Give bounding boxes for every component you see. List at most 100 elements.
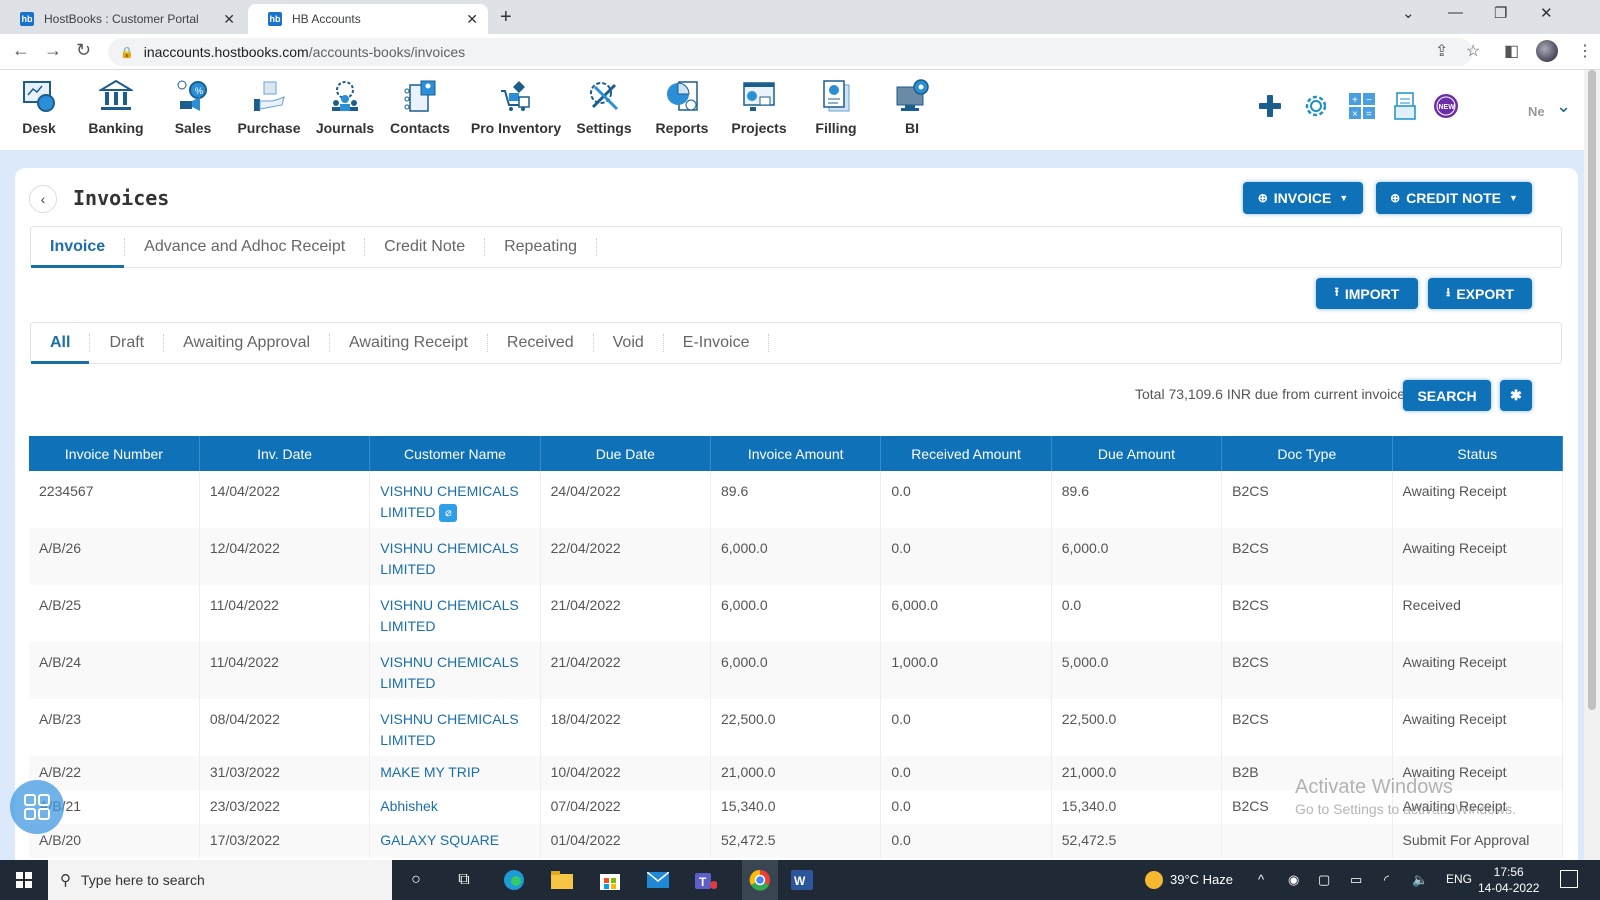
wifi-icon[interactable]: ◜ (1384, 872, 1389, 888)
table-row[interactable]: A/B/24 11/04/2022 VISHNU CHEMICALS LIMITED… (29, 642, 1563, 699)
file-explorer-icon[interactable] (550, 868, 574, 892)
microsoft-store-icon[interactable] (598, 868, 622, 892)
nav-item-projects[interactable]: Projects (721, 78, 797, 136)
profile-avatar[interactable] (1536, 40, 1558, 62)
restore-icon[interactable]: ❐ (1494, 4, 1507, 22)
weather-text[interactable]: 39°C Haze (1170, 872, 1233, 887)
tab-advance-adhoc-receipt[interactable]: Advance and Adhoc Receipt (125, 227, 364, 267)
back-arrow-icon[interactable]: ← (12, 40, 30, 61)
calculator-icon[interactable]: + − × = (1348, 92, 1376, 120)
new-credit-note-dropdown-button[interactable]: ⊕ CREDIT NOTE ▼ (1376, 182, 1532, 214)
mail-icon[interactable] (646, 868, 670, 892)
export-button[interactable]: ⭳ EXPORT (1428, 278, 1532, 309)
customer-name-link[interactable]: VISHNU CHEMICALS LIMITED (369, 585, 541, 642)
gear-icon[interactable] (1302, 92, 1330, 120)
forward-arrow-icon[interactable]: → (44, 40, 62, 61)
cortana-icon[interactable]: ○ (404, 868, 428, 892)
customer-name-link[interactable]: VISHNU CHEMICALS LIMITED ⌀ (369, 471, 541, 528)
table-row[interactable]: A/B/25 11/04/2022 VISHNU CHEMICALS LIMITED… (29, 585, 1563, 642)
column-header[interactable]: Invoice Number (29, 436, 200, 471)
column-header[interactable]: Customer Name (369, 436, 541, 471)
customer-name-link[interactable]: VISHNU CHEMICALS LIMITED (369, 642, 541, 699)
back-button[interactable]: ‹ (29, 185, 57, 213)
column-header[interactable]: Invoice Amount (710, 436, 882, 471)
table-row[interactable]: A/B/26 12/04/2022 VISHNU CHEMICALS LIMITED… (29, 528, 1563, 585)
filter-tab-e-invoice[interactable]: E-Invoice (664, 323, 769, 363)
nav-item-pro-inventory[interactable]: Pro Inventory (468, 78, 564, 136)
filter-tab-awaiting-receipt[interactable]: Awaiting Receipt (330, 323, 487, 363)
nav-item-journals[interactable]: Journals (307, 78, 383, 136)
windows-start-icon[interactable] (12, 868, 36, 892)
task-view-icon[interactable]: ⧉ (452, 868, 476, 892)
word-icon[interactable]: W (790, 868, 814, 892)
customer-name-link[interactable]: MAKE MY TRIP (369, 756, 541, 790)
tab-credit-note[interactable]: Credit Note (365, 227, 484, 267)
tab-repeating[interactable]: Repeating (485, 227, 596, 267)
minimize-icon[interactable]: — (1448, 4, 1463, 21)
search-button[interactable]: SEARCH (1403, 380, 1491, 411)
filter-tab-draft[interactable]: Draft (90, 323, 163, 363)
browser-menu-icon[interactable]: ⋮ (1577, 41, 1593, 61)
customer-name-link[interactable]: GALAXY SQUARE (369, 824, 541, 858)
nav-item-filling[interactable]: Filling (798, 78, 874, 136)
nav-item-reports[interactable]: Reports (644, 78, 720, 136)
filter-tab-void[interactable]: Void (594, 323, 663, 363)
record-icon[interactable]: ◉ (1288, 872, 1299, 888)
column-header[interactable]: Received Amount (880, 436, 1052, 471)
nav-item-sales[interactable]: % Sales (155, 78, 231, 136)
user-name-label[interactable]: Ne (1528, 104, 1545, 119)
customer-name-link[interactable]: Abhishek (369, 790, 541, 824)
column-header[interactable]: Doc Type (1221, 436, 1393, 471)
nav-item-purchase[interactable]: Purchase (231, 78, 307, 136)
table-row[interactable]: A/B/23 08/04/2022 VISHNU CHEMICALS LIMITED… (29, 699, 1563, 756)
chrome-icon[interactable] (742, 860, 778, 900)
attachment-paperclip-icon[interactable]: ⌀ (439, 504, 458, 523)
notifications-icon[interactable] (1560, 870, 1578, 888)
nav-item-contacts[interactable]: Contacts (382, 78, 458, 136)
system-clock[interactable]: 17:56 14-04-2022 (1478, 864, 1539, 896)
quick-menu-fab[interactable] (10, 780, 64, 834)
customer-name-link[interactable]: VISHNU CHEMICALS LIMITED (369, 528, 541, 585)
filter-tab-all[interactable]: All (31, 323, 90, 364)
url-input[interactable]: 🔒 inaccounts.hostbooks.com/accounts-book… (108, 38, 1473, 66)
side-panel-icon[interactable]: ◧ (1504, 41, 1519, 61)
table-settings-button[interactable]: ✱ (1500, 380, 1532, 411)
browser-tab-customer-portal[interactable]: hb HostBooks : Customer Portal ✕ (0, 4, 245, 34)
filter-tab-received[interactable]: Received (488, 323, 593, 363)
document-folder-icon[interactable] (1392, 92, 1420, 120)
nav-item-desk[interactable]: Desk (1, 78, 77, 136)
taskbar-search-input[interactable]: ⚲ Type here to search (48, 860, 392, 900)
nav-item-bi[interactable]: BI (874, 78, 950, 136)
device-icon[interactable]: ▢ (1318, 872, 1330, 888)
teams-icon[interactable]: T (694, 868, 718, 892)
reload-icon[interactable]: ↻ (76, 40, 91, 61)
import-button[interactable]: ⭱ IMPORT (1316, 278, 1418, 309)
browser-tab-hb-accounts[interactable]: hb HB Accounts ✕ (248, 4, 488, 34)
bookmark-star-icon[interactable]: ☆ (1466, 41, 1480, 61)
tab-search-chevron-icon[interactable]: ⌄ (1402, 4, 1415, 22)
column-header[interactable]: Inv. Date (199, 436, 371, 471)
new-badge-icon[interactable]: NEW (1432, 92, 1460, 120)
new-tab-icon[interactable]: + (500, 6, 512, 29)
column-header[interactable]: Status (1392, 436, 1563, 471)
weather-icon[interactable] (1142, 868, 1166, 892)
table-row[interactable]: A/B/20 17/03/2022 GALAXY SQUARE 01/04/2022 5… (29, 824, 1563, 858)
user-menu-chevron-icon[interactable]: ⌄ (1556, 96, 1571, 117)
column-header[interactable]: Due Amount (1051, 436, 1223, 471)
close-tab-icon[interactable]: ✕ (466, 11, 478, 28)
close-window-icon[interactable]: ✕ (1540, 4, 1553, 22)
battery-icon[interactable]: ▭ (1350, 872, 1362, 888)
tab-invoice[interactable]: Invoice (31, 227, 125, 268)
page-scrollbar[interactable] (1584, 70, 1600, 860)
scrollbar-thumb[interactable] (1588, 70, 1596, 710)
add-plus-icon[interactable] (1256, 92, 1284, 120)
nav-item-banking[interactable]: Banking (78, 78, 154, 136)
table-row[interactable]: 2234567 14/04/2022 VISHNU CHEMICALS LIMITE… (29, 471, 1563, 528)
filter-tab-awaiting-approval[interactable]: Awaiting Approval (164, 323, 329, 363)
nav-item-settings[interactable]: Settings (566, 78, 642, 136)
share-icon[interactable]: ⇪ (1435, 41, 1448, 61)
column-header[interactable]: Due Date (540, 436, 712, 471)
new-invoice-dropdown-button[interactable]: ⊕ INVOICE ▼ (1243, 182, 1363, 214)
customer-name-link[interactable]: VISHNU CHEMICALS LIMITED (369, 699, 541, 756)
edge-browser-icon[interactable] (502, 868, 526, 892)
